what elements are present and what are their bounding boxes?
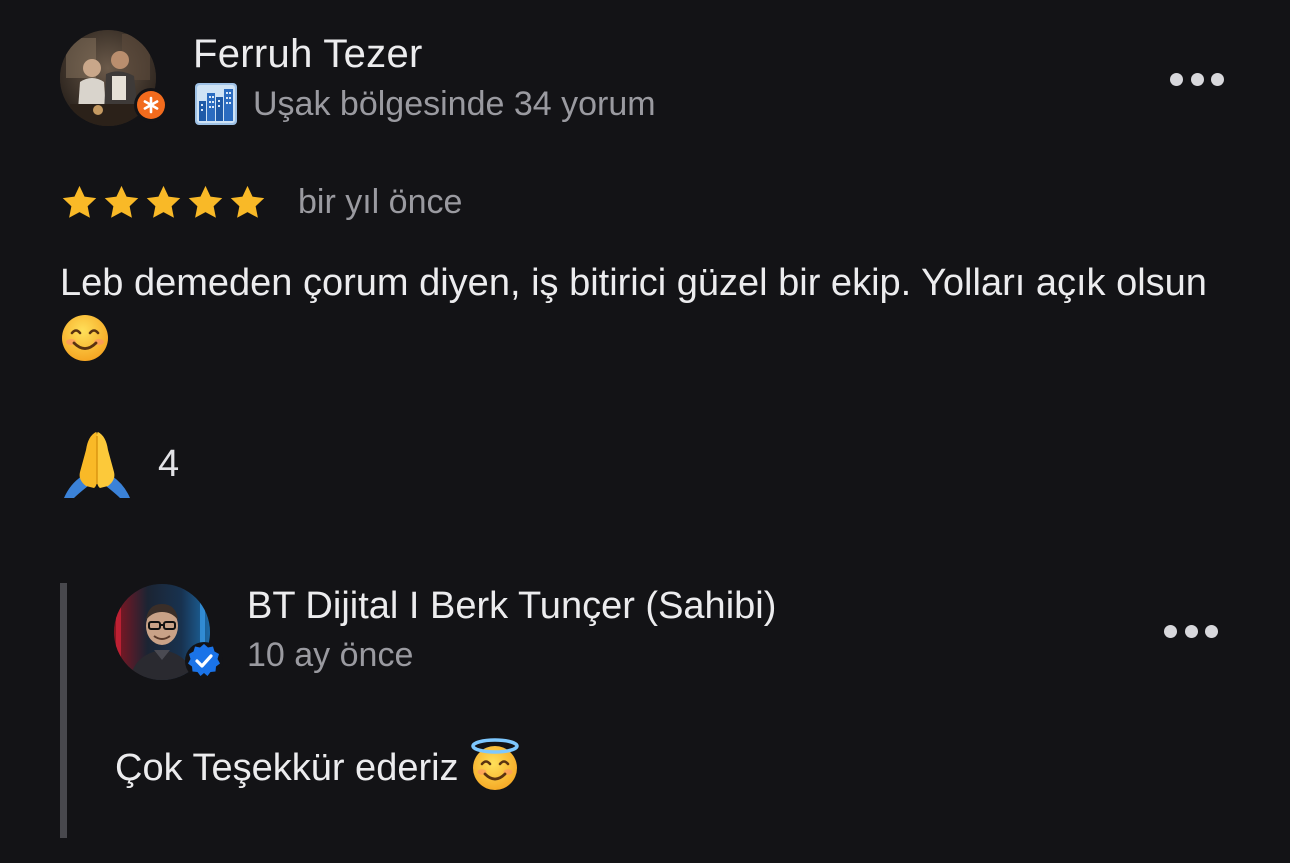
reply-text: Çok Teşekkür ederiz [115, 738, 521, 792]
reply-indent-bar [60, 583, 67, 838]
smiling-face-icon [62, 315, 108, 361]
more-dot-icon [1190, 72, 1204, 86]
star-icon [188, 185, 223, 218]
star-icon [146, 185, 181, 218]
star-icon [230, 185, 265, 218]
more-dot-icon [1184, 624, 1198, 638]
reviewer-meta: Uşak bölgesinde 34 yorum [195, 83, 656, 125]
reviewer-review-count: Uşak bölgesinde 34 yorum [253, 84, 656, 123]
local-guide-icon [134, 88, 168, 122]
star-rating [60, 183, 270, 222]
reaction-count: 4 [158, 442, 180, 485]
review-header: Ferruh Tezer Uşak bölgesinde 34 yorum [60, 28, 1230, 128]
reply-date: 10 ay önce [247, 636, 414, 674]
review-text-content: Leb demeden çorum diyen, iş bitirici güz… [60, 262, 1207, 304]
reply-more-options-button[interactable] [1164, 616, 1218, 646]
review-more-options-button[interactable] [1170, 64, 1224, 94]
more-dot-icon [1170, 72, 1183, 86]
more-dot-icon [1211, 72, 1224, 86]
reviewer-name[interactable]: Ferruh Tezer [193, 32, 423, 77]
reaction-button[interactable]: 4 [60, 428, 179, 500]
review-date: bir yıl önce [298, 182, 463, 221]
review-card: Ferruh Tezer Uşak bölgesinde 34 yorum bi… [0, 0, 1290, 863]
owner-name: BT Dijital I Berk Tunçer (Sahibi) [247, 585, 777, 627]
folded-hands-icon [64, 432, 130, 498]
smiling-face-with-halo-icon [471, 738, 519, 790]
rating-row: bir yıl önce [60, 178, 462, 226]
cityscape-icon [195, 83, 237, 125]
star-icon [62, 185, 97, 218]
more-dot-icon [1205, 624, 1218, 638]
verified-check-icon [185, 642, 223, 680]
reply-text-content: Çok Teşekkür ederiz [115, 747, 459, 789]
review-text: Leb demeden çorum diyen, iş bitirici güz… [60, 254, 1210, 373]
more-dot-icon [1164, 624, 1177, 638]
star-icon [104, 185, 139, 218]
